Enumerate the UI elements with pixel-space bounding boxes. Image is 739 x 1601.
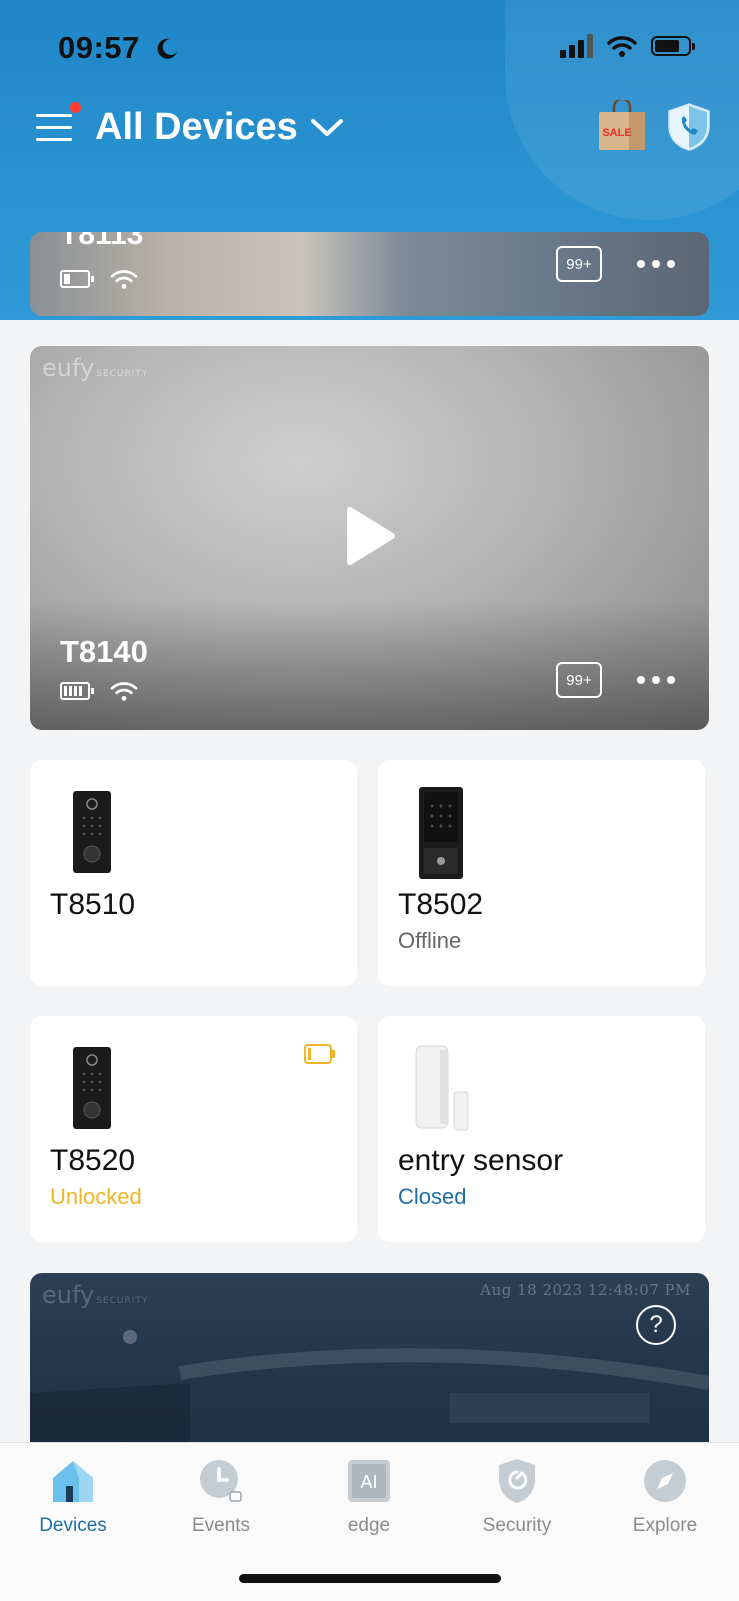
device-tile[interactable]: T8510 xyxy=(30,760,357,986)
camera-name: T8113 xyxy=(60,232,144,251)
cellular-signal-icon xyxy=(560,34,593,58)
camera-status-icons xyxy=(60,268,138,290)
status-time: 09:57 xyxy=(58,30,140,65)
sale-bag-icon[interactable]: SALE xyxy=(597,100,647,152)
chevron-down-icon xyxy=(310,118,343,136)
tab-edge[interactable]: AI edge xyxy=(309,1455,429,1537)
security-shield-icon xyxy=(499,1459,535,1503)
wifi-icon xyxy=(110,682,138,701)
compass-icon xyxy=(644,1460,686,1502)
smart-lock-icon xyxy=(73,791,111,873)
camera-name: T8140 xyxy=(60,634,148,669)
tab-explore[interactable]: Explore xyxy=(605,1455,725,1537)
device-tile[interactable]: T8502 Offline xyxy=(378,760,705,986)
camera-scene xyxy=(30,1330,709,1453)
device-tile[interactable]: entry sensor Closed xyxy=(378,1016,705,1242)
camera-card[interactable]: eufy SECURITY Aug 18 2023 12:48:07 PM ? xyxy=(30,1273,709,1453)
events-badge[interactable]: 99+ xyxy=(556,662,602,698)
camera-status-icons xyxy=(60,680,138,702)
home-icon xyxy=(53,1461,93,1502)
low-battery-icon xyxy=(304,1044,335,1064)
help-icon[interactable]: ? xyxy=(636,1305,676,1345)
tab-devices[interactable]: Devices xyxy=(13,1455,133,1537)
camera-card[interactable]: eufy SECURITY T8140 99+ xyxy=(30,346,709,730)
page-title: All Devices xyxy=(95,106,298,148)
device-status: Closed xyxy=(398,1184,467,1209)
battery-icon xyxy=(60,270,94,288)
device-status: Offline xyxy=(398,928,462,953)
emergency-call-shield-icon[interactable] xyxy=(667,102,711,152)
battery-full-icon xyxy=(60,682,94,700)
device-name: T8502 xyxy=(398,888,484,921)
home-indicator xyxy=(239,1574,501,1583)
menu-icon[interactable] xyxy=(36,112,72,144)
moon-icon xyxy=(157,38,177,59)
device-group-selector[interactable]: All Devices xyxy=(95,106,344,149)
more-options-icon[interactable] xyxy=(637,260,675,268)
entry-sensor-icon xyxy=(415,1045,469,1131)
device-name: T8520 xyxy=(50,1144,136,1177)
device-name: entry sensor xyxy=(398,1144,564,1177)
status-indicators xyxy=(560,34,695,58)
ai-chip-icon: AI xyxy=(348,1460,390,1502)
eufy-watermark: eufy SECURITY xyxy=(42,1281,149,1309)
smart-lock-icon xyxy=(73,1047,111,1129)
device-name: T8510 xyxy=(50,888,136,921)
notification-dot xyxy=(70,102,81,113)
events-badge[interactable]: 99+ xyxy=(556,246,602,282)
wifi-icon xyxy=(607,36,637,57)
camera-card[interactable]: T8113 99+ xyxy=(30,232,709,316)
more-options-icon[interactable] xyxy=(637,676,675,684)
battery-status-icon xyxy=(651,36,695,56)
eufy-watermark: eufy SECURITY xyxy=(42,354,149,382)
svg-text:SALE: SALE xyxy=(602,127,631,139)
keypad-deadbolt-icon xyxy=(419,787,463,879)
tab-events[interactable]: Events xyxy=(161,1455,281,1537)
wifi-icon xyxy=(110,270,138,289)
device-tile[interactable]: T8520 Unlocked xyxy=(30,1016,357,1242)
play-icon[interactable] xyxy=(344,504,398,568)
svg-text:AI: AI xyxy=(360,1472,377,1492)
clock-icon xyxy=(200,1460,242,1502)
tab-security[interactable]: Security xyxy=(457,1455,577,1537)
camera-timestamp: Aug 18 2023 12:48:07 PM xyxy=(480,1281,691,1299)
device-status: Unlocked xyxy=(50,1184,142,1209)
